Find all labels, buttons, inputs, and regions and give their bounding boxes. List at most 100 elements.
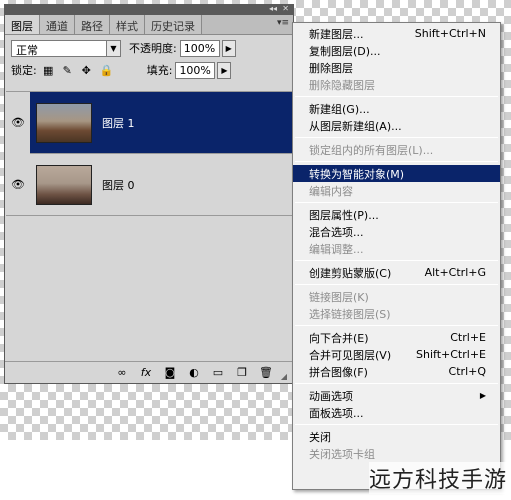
lock-transparency-icon[interactable]: ▦ xyxy=(43,65,54,76)
lock-position-icon[interactable]: ✥ xyxy=(81,65,92,76)
menu-item-label: 编辑调整... xyxy=(309,242,364,256)
menu-separator xyxy=(295,325,498,326)
menu-item-shortcut: Alt+Ctrl+G xyxy=(424,266,486,279)
menu-separator xyxy=(295,96,498,97)
opacity-label: 不透明度: xyxy=(129,42,177,55)
menu-separator xyxy=(295,383,498,384)
eye-icon[interactable]: 👁 xyxy=(6,91,30,154)
lock-label: 锁定: xyxy=(11,64,37,77)
menu-item-shortcut: Ctrl+Q xyxy=(448,365,486,378)
menu-separator xyxy=(295,161,498,162)
menu-item-label: 合并可见图层(V) xyxy=(309,348,392,362)
menu-item[interactable]: 拼合图像(F) Ctrl+Q xyxy=(293,363,500,380)
menu-item[interactable]: 向下合并(E) Ctrl+E xyxy=(293,329,500,346)
menu-item: 删除隐藏图层 xyxy=(293,76,500,93)
menu-item-label: 面板选项... xyxy=(309,406,364,420)
menu-item-shortcut: Shift+Ctrl+E xyxy=(416,348,486,361)
adjustment-icon[interactable]: ◐ xyxy=(187,366,201,379)
menu-item-label: 转换为智能对象(M) xyxy=(309,167,405,181)
menu-item: 编辑调整... xyxy=(293,240,500,257)
menu-item[interactable]: 复制图层(D)... xyxy=(293,42,500,59)
menu-item-label: 拼合图像(F) xyxy=(309,365,368,379)
layer-row-0[interactable]: 👁 图层 0 xyxy=(6,154,292,216)
menu-item: 链接图层(K) xyxy=(293,288,500,305)
menu-item-label: 向下合并(E) xyxy=(309,331,369,345)
tab-layers[interactable]: 图层 xyxy=(5,15,40,34)
folder-icon[interactable]: ▭ xyxy=(211,366,225,379)
menu-item-label: 选择链接图层(S) xyxy=(309,307,391,321)
fill-slider-button[interactable]: ▶ xyxy=(217,61,232,79)
fill-input[interactable]: 100% xyxy=(175,61,216,79)
layers-list: 👁 图层 1 👁 图层 0 xyxy=(6,91,292,361)
menu-item-label: 删除图层 xyxy=(309,61,353,75)
menu-item-label: 关闭选项卡组 xyxy=(309,447,375,461)
panel-tabs: 图层 通道 路径 样式 历史记录 ▾≡ xyxy=(5,15,293,35)
layer-name: 图层 0 xyxy=(102,178,135,192)
menu-item-label: 新建组(G)... xyxy=(309,102,370,116)
menu-item[interactable]: 转换为智能对象(M) xyxy=(293,165,500,182)
menu-item-label: 锁定组内的所有图层(L)... xyxy=(309,143,434,157)
menu-item[interactable]: 关闭 xyxy=(293,428,500,445)
menu-separator xyxy=(295,260,498,261)
tab-history[interactable]: 历史记录 xyxy=(145,15,202,34)
menu-item[interactable]: 合并可见图层(V) Shift+Ctrl+E xyxy=(293,346,500,363)
menu-item[interactable]: 面板选项... xyxy=(293,404,500,421)
layer-row-1[interactable]: 👁 图层 1 xyxy=(6,91,292,154)
menu-item[interactable]: 混合选项... xyxy=(293,223,500,240)
menu-item[interactable]: 删除图层 xyxy=(293,59,500,76)
submenu-arrow-icon: ▶ xyxy=(479,391,486,400)
panel-footer: ∞ fx ◙ ◐ ▭ ❐ 🗑 ◢ xyxy=(5,361,293,383)
menu-item-shortcut: Ctrl+E xyxy=(450,331,486,344)
lock-all-icon[interactable]: 🔒 xyxy=(100,65,114,76)
opacity-slider-button[interactable]: ▶ xyxy=(221,39,236,57)
menu-item-label: 链接图层(K) xyxy=(309,290,369,304)
menu-item: 编辑内容 xyxy=(293,182,500,199)
menu-item-label: 新建图层... xyxy=(309,27,364,41)
layer-name: 图层 1 xyxy=(102,116,135,130)
menu-separator xyxy=(295,424,498,425)
menu-item-label: 图层属性(P)... xyxy=(309,208,379,222)
link-icon[interactable]: ∞ xyxy=(115,366,129,379)
blend-row: 正常 ▼ 不透明度: 100% ▶ xyxy=(5,37,293,59)
menu-item[interactable]: 新建组(G)... xyxy=(293,100,500,117)
layer-thumbnail xyxy=(36,102,92,143)
menu-item[interactable]: 图层属性(P)... xyxy=(293,206,500,223)
layers-panel-menu: 新建图层... Shift+Ctrl+N 复制图层(D)... 删除图层删除隐藏图层新… xyxy=(292,22,501,490)
menu-item-label: 从图层新建组(A)... xyxy=(309,119,402,133)
trash-icon[interactable]: 🗑 xyxy=(259,366,273,379)
new-layer-icon[interactable]: ❐ xyxy=(235,366,249,379)
close-panel-icon[interactable]: ✕ xyxy=(282,4,289,13)
opacity-input[interactable]: 100% xyxy=(179,39,220,57)
panel-menu-icon[interactable]: ▾≡ xyxy=(277,18,289,28)
panel-titlebar[interactable]: ◂◂ ✕ xyxy=(5,4,293,15)
collapse-icon[interactable]: ◂◂ xyxy=(269,4,277,13)
menu-item[interactable]: 新建图层... Shift+Ctrl+N xyxy=(293,25,500,42)
tab-styles[interactable]: 样式 xyxy=(110,15,145,34)
menu-item: 关闭选项卡组 xyxy=(293,445,500,462)
menu-item[interactable]: 从图层新建组(A)... xyxy=(293,117,500,134)
menu-item-label: 混合选项... xyxy=(309,225,364,239)
layer-thumbnail xyxy=(36,164,92,205)
fx-icon[interactable]: fx xyxy=(139,366,153,379)
eye-icon[interactable]: 👁 xyxy=(6,178,30,191)
menu-item: 选择链接图层(S) xyxy=(293,305,500,322)
mask-icon[interactable]: ◙ xyxy=(163,366,177,379)
resize-grip-icon[interactable]: ◢ xyxy=(277,372,291,381)
menu-item-label: 动画选项 xyxy=(309,389,353,403)
lock-paint-icon[interactable]: ✎ xyxy=(62,65,73,76)
menu-item[interactable]: 创建剪贴蒙版(C) Alt+Ctrl+G xyxy=(293,264,500,281)
menu-separator xyxy=(295,202,498,203)
menu-item-label: 创建剪贴蒙版(C) xyxy=(309,266,392,280)
blend-mode-value: 正常 xyxy=(16,43,38,57)
menu-item-label: 复制图层(D)... xyxy=(309,44,381,58)
menu-item-label: 删除隐藏图层 xyxy=(309,78,375,92)
tab-paths[interactable]: 路径 xyxy=(75,15,110,34)
blend-mode-select[interactable]: 正常 ▼ xyxy=(11,39,121,57)
menu-item-label: 编辑内容 xyxy=(309,184,353,198)
tab-channels[interactable]: 通道 xyxy=(40,15,75,34)
chevron-down-icon[interactable]: ▼ xyxy=(106,40,120,56)
watermark: 远方科技手游 xyxy=(368,462,507,494)
menu-item[interactable]: 动画选项 ▶ xyxy=(293,387,500,404)
lock-row: 锁定: ▦ ✎ ✥ 🔒 填充: 100% ▶ xyxy=(5,59,293,81)
menu-separator xyxy=(295,284,498,285)
